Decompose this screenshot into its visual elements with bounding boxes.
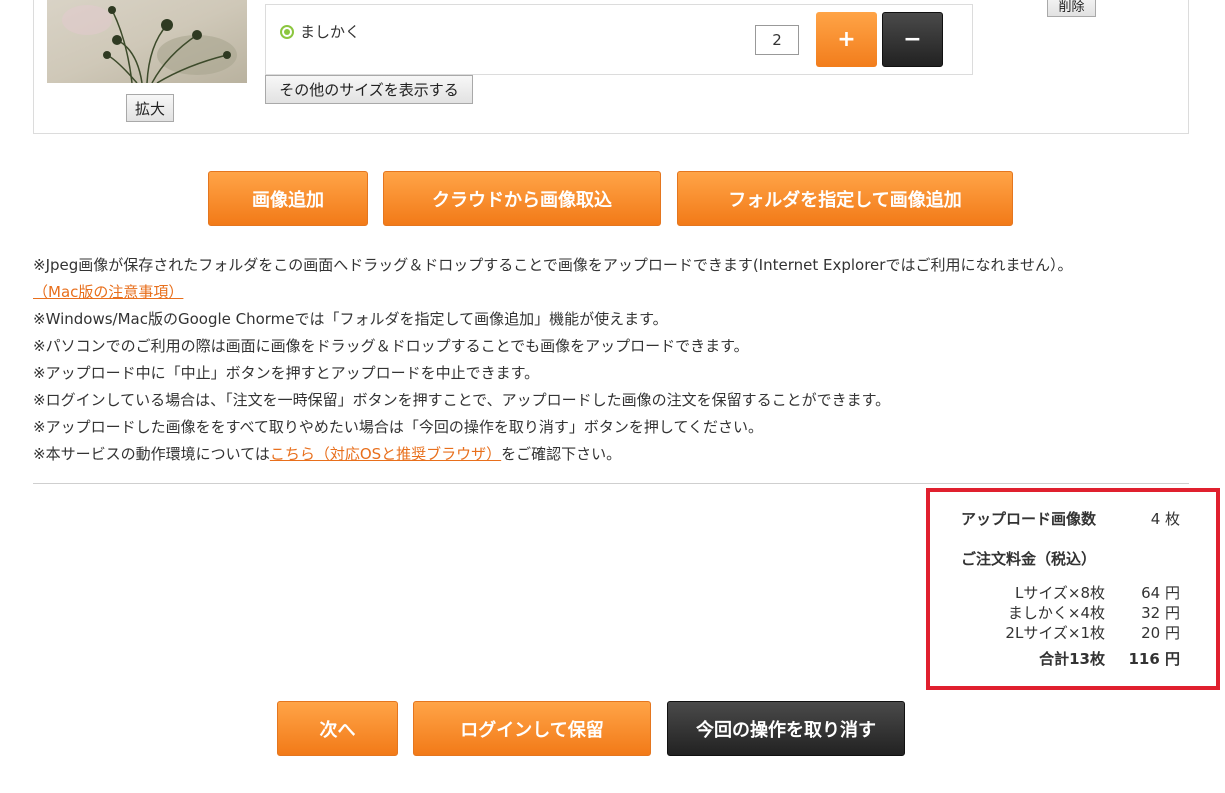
note-line: ※アップロードした画像ををすべて取りやめたい場合は「今回の操作を取り消す」ボタン… (33, 418, 764, 436)
environment-link[interactable]: こちら（対応OSと推奨ブラウザ） (270, 445, 501, 463)
next-button[interactable]: 次へ (277, 701, 398, 756)
note-line: ※パソコンでのご利用の際は画面に画像をドラッグ＆ドロップすることでも画像をアップ… (33, 337, 749, 355)
show-other-sizes-button[interactable]: その他のサイズを表示する (265, 75, 473, 104)
line-item-price: 64 円 (1141, 584, 1180, 602)
cancel-operation-button[interactable]: 今回の操作を取り消す (667, 701, 905, 756)
note-line: ※アップロード中に「中止」ボタンを押すとアップロードを中止できます。 (33, 364, 540, 382)
line-item-price: 20 円 (1141, 624, 1180, 642)
divider (33, 483, 1189, 484)
folder-add-button[interactable]: フォルダを指定して画像追加 (677, 171, 1013, 226)
note-line: ※Windows/Mac版のGoogle Chormeでは「フォルダを指定して画… (33, 310, 668, 328)
quantity-input[interactable]: 2 (755, 25, 799, 55)
size-option-label[interactable]: ましかく (280, 21, 360, 42)
note-line: ※ログインしている場合は、「注文を一時保留」ボタンを押すことで、アップロードした… (33, 391, 891, 409)
mac-notes-link[interactable]: （Mac版の注意事項） (33, 283, 183, 301)
notes-section: ※Jpeg画像が保存されたフォルダをこの画面へドラッグ＆ドロップすることで画像を… (33, 252, 1183, 468)
cloud-import-button[interactable]: クラウドから画像取込 (383, 171, 661, 226)
line-item-name: ましかく×4枚 (1007, 604, 1105, 622)
fee-label: ご注文料金（税込） (961, 550, 1097, 568)
order-summary: アップロード画像数 4 枚 ご注文料金（税込） Lサイズ×8枚 64 円 ましか… (926, 488, 1220, 690)
line-item-name: 2Lサイズ×1枚 (1005, 624, 1105, 642)
total-value: 116 円 (1128, 650, 1180, 668)
line-item-name: Lサイズ×8枚 (1014, 584, 1105, 602)
radio-selected-icon[interactable] (280, 24, 294, 39)
upload-count-value: 4 枚 (1150, 510, 1180, 528)
line-item-price: 32 円 (1141, 604, 1180, 622)
note-line-environment: ※本サービスの動作環境についてはこちら（対応OSと推奨ブラウザ）をご確認下さい。 (33, 441, 1183, 468)
upload-count-label: アップロード画像数 (961, 510, 1097, 528)
delete-button[interactable]: 削除 (1047, 0, 1096, 17)
add-image-button[interactable]: 画像追加 (208, 171, 368, 226)
photo-thumbnail[interactable] (47, 0, 247, 83)
total-label: 合計13枚 (1039, 650, 1105, 668)
note-line: ※Jpeg画像が保存されたフォルダをこの画面へドラッグ＆ドロップすることで画像を… (33, 256, 1073, 274)
zoom-button[interactable]: 拡大 (126, 94, 174, 122)
size-name: ましかく (300, 23, 361, 41)
note-text: をご確認下さい。 (501, 445, 622, 463)
note-text: ※本サービスの動作環境については (33, 445, 270, 463)
decrement-button[interactable]: − (882, 12, 943, 67)
increment-button[interactable]: + (816, 12, 877, 67)
login-save-button[interactable]: ログインして保留 (413, 701, 651, 756)
